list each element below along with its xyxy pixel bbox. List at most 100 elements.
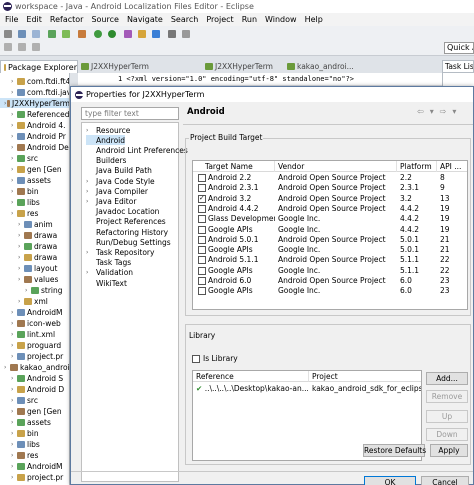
forward-arrow-icon[interactable]: ⇨ [440,107,447,116]
cancel-button[interactable]: Cancel [421,476,469,485]
save-all-icon[interactable] [32,30,40,38]
package-tree-row[interactable]: › res [0,450,38,460]
target-checkbox[interactable] [198,235,206,244]
editor-line[interactable]: 1 <?xml version="1.0" encoding="utf-8" s… [78,73,442,85]
add-library-button[interactable]: Add... [426,372,468,385]
package-tree-row[interactable]: › libs [0,197,40,207]
package-tree-row[interactable]: › proguard [0,340,61,350]
target-checkbox[interactable] [198,266,206,275]
package-tree-row[interactable]: › kakao_android [0,362,69,372]
column-reference[interactable]: Reference [193,371,309,382]
menu-help[interactable]: Help [305,15,323,24]
menu-window[interactable]: Window [265,15,297,24]
lint-icon[interactable] [78,30,86,38]
run-icon[interactable] [108,30,116,38]
nav-item[interactable]: › Java Code Style [86,176,155,186]
target-row[interactable]: Google APIs Google Inc. 6.0 23 [193,286,467,296]
new-package-icon[interactable] [138,30,146,38]
back-menu-icon[interactable]: ▾ [430,107,434,116]
menu-project[interactable]: Project [206,15,233,24]
target-row[interactable]: Android 4.4.2 Android Open Source Project… [193,204,467,214]
package-tree-row[interactable]: › gen [Gen [0,406,62,416]
remove-library-button[interactable]: Remove [426,390,468,403]
package-tree-row[interactable]: › gen [Gen [0,164,62,174]
package-tree-row[interactable]: › drawa [0,241,57,251]
package-tree-row[interactable]: › Android De [0,142,69,152]
editor-tab[interactable]: kakao_androi... [284,60,366,73]
new-icon[interactable] [4,30,12,38]
nav-item[interactable]: › Validation [86,268,133,278]
ok-button[interactable]: OK [364,476,416,485]
target-checkbox[interactable] [198,246,206,255]
filter-input[interactable]: type filter text [81,107,179,120]
package-tree-row[interactable]: › assets [0,417,51,427]
save-icon[interactable] [18,30,26,38]
target-row[interactable]: Android 2.3.1 Android Open Source Project… [193,183,467,193]
package-tree-row[interactable]: › Referenced [0,109,69,119]
nav-item[interactable]: › Java Compiler [86,186,148,196]
nav-item[interactable]: Builders [86,156,126,166]
expand-chevron-icon[interactable]: › [86,127,96,134]
target-checkbox[interactable] [198,204,206,213]
up-button[interactable]: Up [426,410,468,423]
package-tree-row[interactable]: › AndroidM [0,307,62,317]
nav-item[interactable]: Java Build Path [86,166,152,176]
back-arrow-icon[interactable]: ⇦ [417,107,424,116]
package-tree-row[interactable]: › icon-web [0,318,61,328]
android-sdk-icon[interactable] [48,30,56,38]
target-row[interactable]: Android 5.1.1 Android Open Source Project… [193,255,467,265]
avd-manager-icon[interactable] [62,30,70,38]
package-tree-row[interactable]: › Android Pr [0,131,66,141]
apply-button[interactable]: Apply [430,444,468,457]
library-row-project[interactable]: kakao_android_sdk_for_eclipse [312,384,421,394]
target-checkbox[interactable] [198,225,206,234]
view-menu-icon[interactable]: ▾ [452,107,456,116]
editor-tab[interactable]: J2XXHyperTerm [202,60,284,73]
nav-item[interactable]: WikiText [86,278,127,288]
column-platform[interactable]: Platform [397,161,437,172]
column-api[interactable]: API ... [437,161,467,172]
previous-edit-icon[interactable] [4,43,12,51]
package-tree-row[interactable]: › src [0,395,38,405]
package-tree-row[interactable]: › bin [0,186,39,196]
expand-chevron-icon[interactable]: › [86,178,96,185]
nav-item[interactable]: Task Tags [86,258,131,268]
package-tree-row[interactable]: › Android 4. [0,120,66,130]
package-tree-row[interactable]: › libs [0,439,40,449]
library-row-reference[interactable]: ✔ ..\..\..\..\Desktop\kakao-an... [196,384,308,394]
target-checkbox[interactable] [198,194,206,203]
new-java-project-icon[interactable] [124,30,132,38]
nav-item[interactable]: › Task Repository [86,247,154,257]
target-row[interactable]: Google APIs Google Inc. 5.1.1 22 [193,266,467,276]
target-row[interactable]: Android 3.2 Android Open Source Project 3.… [193,194,467,204]
package-tree-row[interactable]: › drawa [0,252,57,262]
open-type-icon[interactable] [168,30,176,38]
package-tree-row[interactable]: › project.pr [0,351,63,361]
package-tree-row[interactable]: › J2XXHyperTerm [0,98,69,108]
restore-defaults-button[interactable]: Restore Defaults [363,444,426,457]
package-tree-row[interactable]: › res [0,208,38,218]
nav-item[interactable]: Android Lint Preferences [86,145,188,155]
target-checkbox[interactable] [198,287,206,296]
column-vendor[interactable]: Vendor [275,161,397,172]
expand-chevron-icon[interactable]: › [86,249,96,256]
package-tree-row[interactable]: › project.pr [0,472,63,482]
package-tree-row[interactable]: › layout [0,263,57,273]
target-row[interactable]: Google APIs Google Inc. 5.0.1 21 [193,245,467,255]
expand-chevron-icon[interactable]: › [86,188,96,195]
package-explorer-tab[interactable]: Package Explorer [0,60,78,73]
target-row[interactable]: Glass Developmen...Google Inc. 4.4.2 19 [193,214,467,224]
nav-item[interactable]: Refactoring History [86,227,168,237]
package-tree-row[interactable]: › bin [0,428,39,438]
package-tree-row[interactable]: › Android S [0,373,63,383]
package-tree-row[interactable]: ›com.ftdi.java [0,87,69,97]
package-tree-row[interactable]: › lint.xml [0,329,55,339]
target-checkbox[interactable] [198,174,206,182]
nav-item[interactable]: › Resource [86,125,130,135]
debug-icon[interactable] [94,30,102,38]
package-tree-row[interactable]: › values [0,274,58,284]
menu-edit[interactable]: Edit [26,15,42,24]
package-tree-row[interactable]: › string [0,285,63,295]
editor-tab[interactable]: J2XXHyperTerm [78,60,173,73]
menu-run[interactable]: Run [242,15,257,24]
